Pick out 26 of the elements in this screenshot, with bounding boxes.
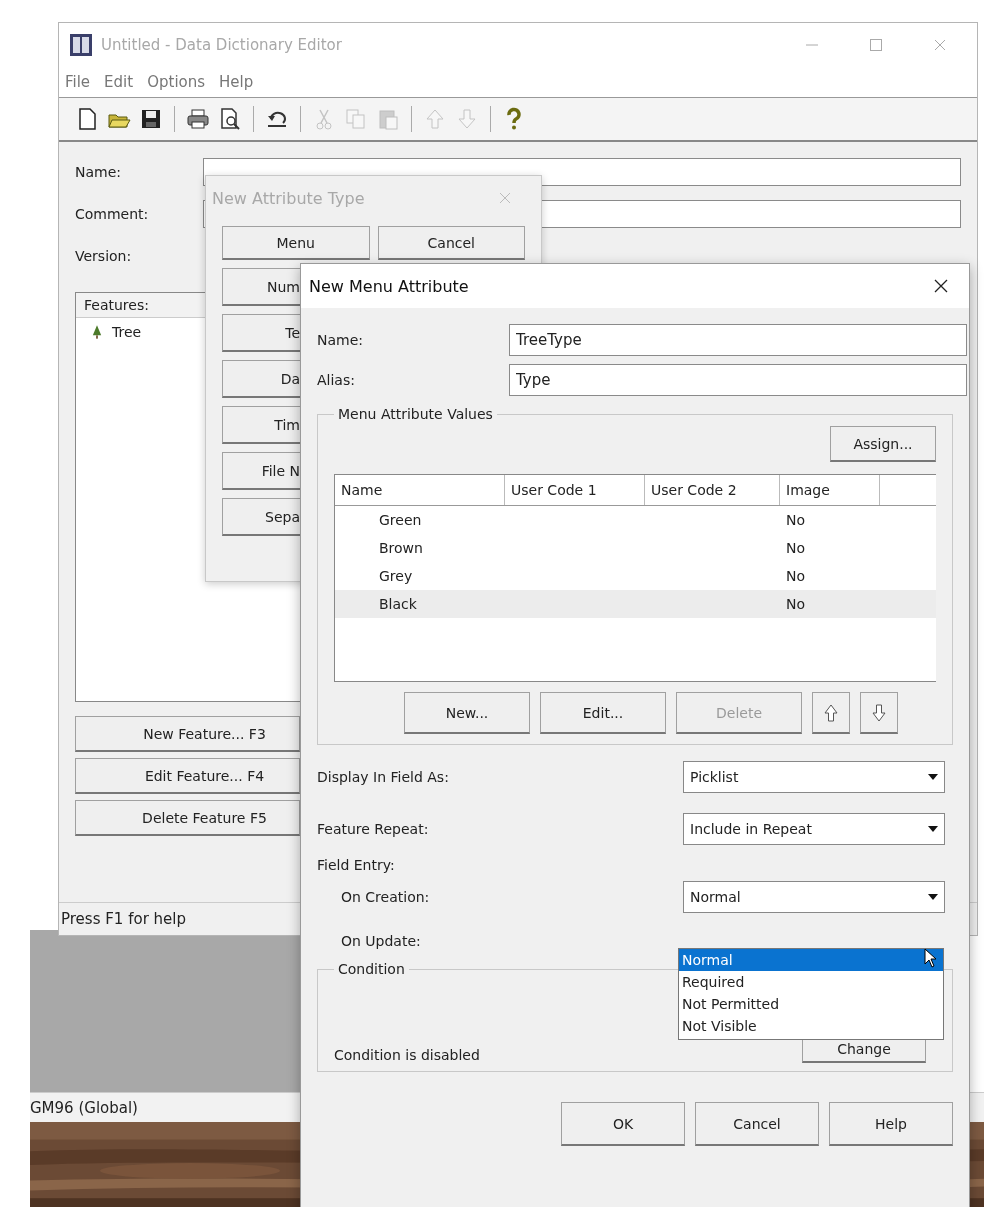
field-label: Alias: (317, 372, 356, 388)
status-text: GM96 (Global) (30, 1099, 138, 1117)
field-label: Field Entry: (317, 857, 395, 873)
dialog-title: New Menu Attribute (309, 276, 469, 296)
field-label: Display In Field As: (317, 769, 449, 785)
table-cell-text: Grey (378, 568, 414, 584)
field-label: Name: (317, 332, 365, 348)
table-cell-text: No (785, 512, 807, 528)
field-label: On Update: (341, 933, 421, 949)
table-cell-text: No (785, 596, 807, 612)
field-label: Comment: (75, 206, 150, 222)
dialog-title: New Attribute Type (212, 188, 365, 208)
window-title: Untitled - Data Dictionary Editor (101, 36, 343, 54)
table-cell-text: No (785, 540, 807, 556)
table-cell-text: Black (378, 596, 418, 612)
field-label: On Creation: (341, 889, 430, 905)
field-label: Version: (75, 248, 133, 264)
field-label: Feature Repeat: (317, 821, 429, 837)
group-title: Condition (337, 961, 406, 977)
group-title: Menu Attribute Values (337, 406, 494, 422)
status-text: Press F1 for help (61, 910, 186, 928)
table-cell-text: Green (378, 512, 423, 528)
condition-text: Condition is disabled (334, 1047, 480, 1063)
table-cell-text: Brown (378, 540, 424, 556)
table-cell-text: No (785, 568, 807, 584)
field-label: Name: (75, 164, 123, 180)
